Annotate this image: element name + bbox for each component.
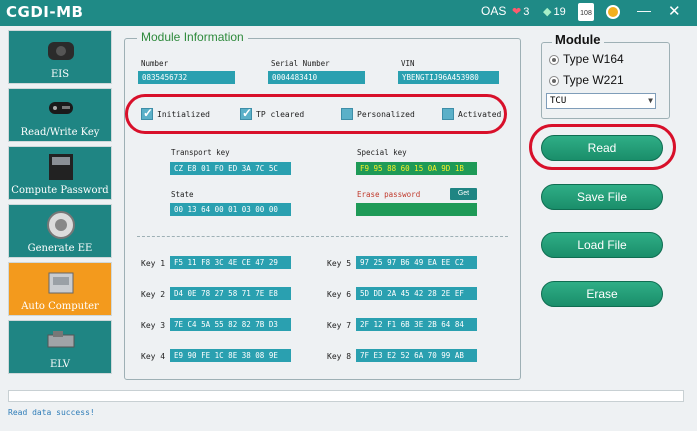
key-4-label: Key 4 — [141, 352, 166, 361]
close-icon[interactable]: ✕ — [668, 2, 681, 20]
gems-counter[interactable]: ◆ 19 — [543, 5, 566, 19]
state-field[interactable]: 00 13 64 00 01 03 00 00 — [170, 203, 291, 216]
load-file-button[interactable]: Load File — [541, 232, 663, 258]
activated-label: Activated — [458, 110, 502, 119]
special-key-field[interactable]: F9 95 88 60 15 0A 9D 1B — [356, 162, 477, 175]
save-file-button[interactable]: Save File — [541, 184, 663, 210]
nav-item-read-write-key[interactable]: Read/Write Key — [8, 88, 112, 142]
module-type-value: TCU — [550, 96, 567, 106]
check-icon: ✓ — [242, 106, 253, 120]
status-message: Read data success! — [8, 408, 95, 417]
key-5-field[interactable]: 97 25 97 B6 49 EA EE C2 — [356, 256, 477, 269]
number-label: Number — [141, 59, 169, 68]
nav-item-generate-ee[interactable]: Generate EE — [8, 204, 112, 258]
chevron-down-icon: ▼ — [648, 96, 653, 105]
type-w164-label: Type W164 — [563, 52, 624, 66]
calendar-day: 108 — [578, 3, 594, 21]
hearts-counter[interactable]: ❤ 3 — [512, 5, 530, 19]
nav-label: Read/Write Key — [20, 127, 100, 138]
serial-number-field[interactable]: 0004483410 — [268, 71, 365, 84]
ecu-icon — [48, 272, 74, 294]
special-key-label: Special key — [357, 148, 407, 157]
read-button[interactable]: Read — [541, 135, 663, 161]
oas-label: OAS — [481, 4, 507, 18]
transport-key-field[interactable]: CZ E8 01 FO ED 3A 7C 5C — [170, 162, 291, 175]
key-3-label: Key 3 — [141, 321, 166, 330]
get-button[interactable]: Get — [450, 188, 477, 200]
app-title: CGDI-MB — [6, 3, 84, 21]
key-1-field[interactable]: F5 11 F8 3C 4E CE 47 29 — [170, 256, 291, 269]
personalized-label: Personalized — [357, 110, 415, 119]
key-6-field[interactable]: 5D DD 2A 45 42 28 2E EF — [356, 287, 477, 300]
type-w221-label: Type W221 — [563, 73, 624, 87]
key-5-label: Key 5 — [327, 259, 352, 268]
key-1-label: Key 1 — [141, 259, 166, 268]
heart-icon: ❤ — [512, 6, 522, 18]
key-2-field[interactable]: D4 0E 78 27 58 71 7E E8 — [170, 287, 291, 300]
gear-icon — [47, 211, 75, 239]
key-icon — [49, 102, 73, 114]
transport-key-label: Transport key — [171, 148, 230, 157]
calculator-icon — [49, 154, 73, 180]
check-icon: ✓ — [143, 106, 154, 120]
state-label: State — [171, 190, 194, 199]
key-8-label: Key 8 — [327, 352, 352, 361]
key-7-field[interactable]: 2F 12 F1 6B 3E 2B 64 84 — [356, 318, 477, 331]
nav-label: EIS — [50, 69, 70, 80]
medal-icon[interactable] — [606, 5, 620, 19]
gem-icon: ◆ — [543, 6, 552, 18]
nav-item-compute-password[interactable]: Compute Password — [8, 146, 112, 200]
nav-item-eis[interactable]: EIS — [8, 30, 112, 84]
elv-icon — [47, 331, 75, 348]
progress-bar — [8, 390, 684, 402]
activated-checkbox[interactable] — [442, 108, 454, 120]
serial-number-label: Serial Number — [271, 59, 330, 68]
module-title: Module — [552, 32, 604, 47]
hearts-count: 3 — [523, 5, 530, 18]
key-2-label: Key 2 — [141, 290, 166, 299]
type-w221-radio[interactable] — [549, 76, 559, 86]
initialized-label: Initialized — [157, 110, 210, 119]
module-type-select[interactable]: TCU ▼ — [546, 93, 656, 109]
gems-count: 19 — [553, 5, 566, 18]
type-w164-radio[interactable] — [549, 55, 559, 65]
erase-button[interactable]: Erase — [541, 281, 663, 307]
calendar-icon[interactable]: 108 — [578, 3, 594, 21]
key-6-label: Key 6 — [327, 290, 352, 299]
title-bar: CGDI-MB OAS ❤ 3 ◆ 19 108 — ✕ — [0, 0, 697, 26]
vin-label: VIN — [401, 59, 415, 68]
module-info-legend: Module Information — [137, 30, 248, 44]
initialized-checkbox[interactable]: ✓ — [141, 106, 154, 120]
key-3-field[interactable]: 7E C4 5A 55 82 82 7B D3 — [170, 318, 291, 331]
erase-password-field[interactable] — [356, 203, 477, 216]
tp-cleared-label: TP cleared — [256, 110, 305, 119]
divider — [137, 236, 508, 237]
number-field[interactable]: 0835456732 — [138, 71, 235, 84]
vin-field[interactable]: YBENGTIJ96A453980 — [398, 71, 499, 84]
eis-icon — [48, 42, 74, 60]
nav-label: ELV — [50, 359, 70, 370]
nav-item-auto-computer[interactable]: Auto Computer — [8, 262, 112, 316]
erase-password-label: Erase password — [357, 190, 421, 199]
tp-cleared-checkbox[interactable]: ✓ — [240, 106, 253, 120]
key-4-field[interactable]: E9 90 FE 1C 8E 38 08 9E — [170, 349, 291, 362]
nav-label: Auto Computer — [21, 301, 99, 312]
nav-item-elv[interactable]: ELV — [8, 320, 112, 374]
personalized-checkbox[interactable] — [341, 108, 353, 120]
key-7-label: Key 7 — [327, 321, 352, 330]
key-8-field[interactable]: 7F E3 E2 52 6A 70 99 AB — [356, 349, 477, 362]
minimize-icon[interactable]: — — [637, 2, 651, 18]
nav-label: Compute Password — [11, 185, 109, 196]
nav-label: Generate EE — [27, 243, 93, 254]
